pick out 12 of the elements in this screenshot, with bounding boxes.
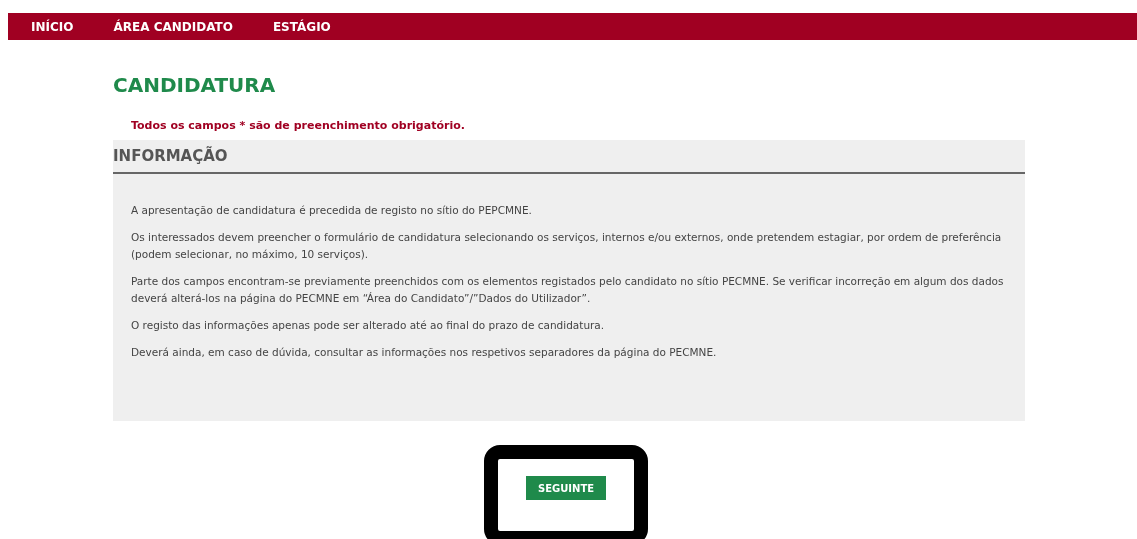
info-paragraph: Parte dos campos encontram-se previamente preenchidos com os elementos registados pelo candidato no sítio PECMNE. Se verificar incorreção em algum dos dados deverá alterá-los na página do PECMNE em “Área do Candidato”/”Dados do Utilizador”. [131, 274, 1005, 306]
nav-link[interactable]: ÁREA CANDIDATO [113, 17, 233, 36]
info-paragraph: A apresentação de candidatura é precedida de registo no sítio do PEPCMNE. [131, 203, 533, 218]
nav-link[interactable]: INÍCIO [31, 17, 74, 36]
info-paragraph: O registo das informações apenas pode ser alterado até ao final do prazo de candidatura. [131, 318, 606, 333]
nav-link[interactable]: ESTÁGIO [272, 17, 331, 36]
next-button[interactable]: SEGUINTE [526, 476, 606, 500]
info-paragraph: Os interessados devem preencher o formulário de candidatura selecionando os serviços, internos e/ou externos, onde pretendem estagiar, por ordem de preferência (podem selecionar, no máximo, 10 serviços). [131, 230, 1003, 262]
info-paragraph: Deverá ainda, em caso de dúvida, consultar as informações nos respetivos separadores da página do PECMNE. [131, 345, 718, 360]
section-heading: INFORMAÇÃO [113, 145, 228, 167]
required-note: Todos os campos * são de preenchimento obrigatório. [131, 119, 466, 133]
page-title: CANDIDATURA [113, 72, 277, 98]
